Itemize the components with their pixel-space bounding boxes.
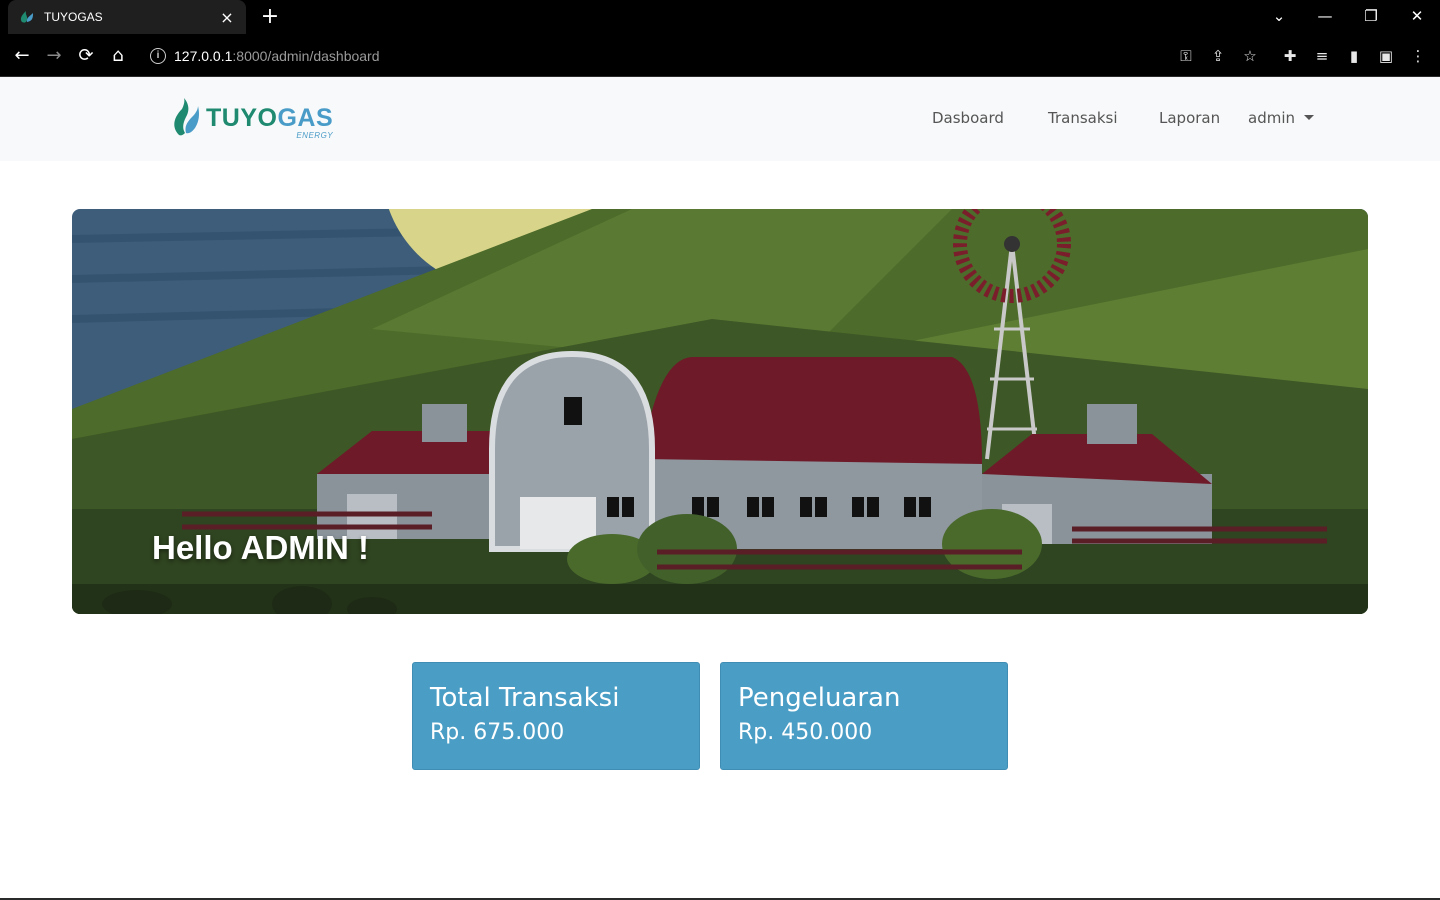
card-value: Rp. 675.000: [430, 720, 565, 745]
nav-link-dashboard[interactable]: Dasboard: [932, 109, 1004, 127]
bookmark-star-icon[interactable]: ☆: [1238, 44, 1262, 68]
total-transaksi-card: Total Transaksi Rp. 675.000: [412, 662, 700, 770]
key-icon[interactable]: ⚿: [1174, 44, 1198, 68]
flame-logo-icon: [174, 98, 199, 136]
site-navbar: TUYOGAS ENERGY Dasboard Transaksi Lapora…: [0, 77, 1440, 161]
tab-title: TUYOGAS: [44, 10, 103, 24]
tuyogas-favicon-icon: [20, 11, 33, 23]
logo-tagline: ENERGY: [296, 131, 334, 140]
nav-link-laporan[interactable]: Laporan: [1159, 109, 1220, 127]
reload-icon[interactable]: ⟳: [72, 42, 100, 70]
minimize-icon[interactable]: —: [1302, 0, 1348, 34]
logo-wordmark: TUYOGAS: [206, 104, 334, 132]
card-title: Total Transaksi: [430, 683, 620, 713]
user-dropdown-label: admin: [1248, 109, 1295, 127]
hero-greeting: Hello ADMIN !: [152, 529, 369, 566]
browser-toolbar: ← → ⟳ ⌂ i 127.0.0.1:8000/admin/dashboard…: [0, 34, 1440, 77]
window-close-icon[interactable]: ✕: [1394, 0, 1440, 34]
extensions-icon[interactable]: ✚: [1278, 44, 1302, 68]
browser-tab-bar: TUYOGAS × + ⌄ — ❐ ✕: [0, 0, 1440, 34]
address-bar[interactable]: i 127.0.0.1:8000/admin/dashboard: [140, 41, 1170, 70]
user-dropdown[interactable]: admin: [1248, 109, 1314, 127]
card-title: Pengeluaran: [738, 683, 901, 713]
tab-search-icon[interactable]: ⌄: [1256, 0, 1302, 34]
hero-banner: Hello ADMIN !: [72, 209, 1368, 614]
url-path: :8000/admin/dashboard: [232, 47, 380, 64]
browser-tab[interactable]: TUYOGAS ×: [8, 0, 246, 34]
side-panel-icon[interactable]: ▮: [1342, 44, 1366, 68]
nav-link-transaksi[interactable]: Transaksi: [1048, 109, 1118, 127]
home-icon[interactable]: ⌂: [104, 42, 132, 70]
main-barn: [489, 350, 982, 552]
media-control-icon[interactable]: ≡: [1310, 44, 1334, 68]
pengeluaran-card: Pengeluaran Rp. 450.000: [720, 662, 1008, 770]
browser-menu-icon[interactable]: ⋮: [1406, 44, 1430, 68]
profile-icon[interactable]: ▣: [1374, 44, 1398, 68]
back-icon[interactable]: ←: [8, 42, 36, 70]
share-icon[interactable]: ⇪: [1206, 44, 1230, 68]
caret-down-icon: [1304, 115, 1314, 120]
forward-icon[interactable]: →: [40, 42, 68, 70]
site-info-icon[interactable]: i: [150, 47, 166, 64]
new-tab-button[interactable]: +: [258, 4, 282, 30]
tab-close-icon[interactable]: ×: [218, 8, 236, 27]
brand-logo[interactable]: TUYOGAS ENERGY: [170, 97, 333, 141]
url-host: 127.0.0.1: [174, 47, 233, 64]
card-value: Rp. 450.000: [738, 720, 873, 745]
restore-icon[interactable]: ❐: [1348, 0, 1394, 34]
